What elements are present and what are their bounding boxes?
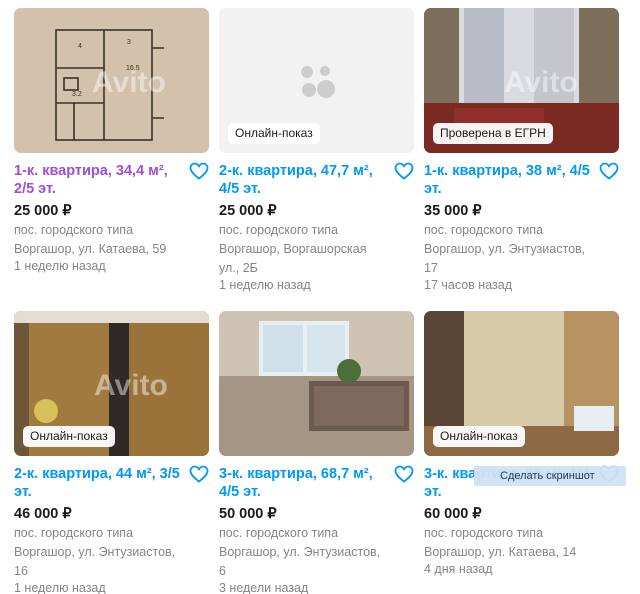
listing-card[interactable]: Avito Онлайн-показ 2-к. квартира, 44 м²,… bbox=[14, 311, 209, 594]
svg-text:3.2: 3.2 bbox=[72, 91, 82, 98]
listing-price: 50 000 ₽ bbox=[219, 506, 277, 522]
watermark: Avito bbox=[94, 369, 168, 402]
favorite-heart-icon[interactable] bbox=[189, 465, 209, 483]
listing-card[interactable]: 16.5 3.2 4 3 Avito 1-к. квартира, 34,4 м… bbox=[14, 8, 209, 311]
listing-card[interactable]: Онлайн-показ 2-к. квартира, 47,7 м², 4/5… bbox=[219, 8, 414, 311]
watermark: Avito bbox=[92, 66, 166, 99]
online-showing-badge: Онлайн-показ bbox=[228, 123, 320, 144]
listing-photo[interactable]: Онлайн-показ bbox=[424, 311, 619, 456]
svg-text:4: 4 bbox=[78, 43, 82, 50]
listing-price: 46 000 ₽ bbox=[14, 506, 72, 522]
listing-date: 1 неделю назад bbox=[14, 581, 106, 594]
listings-grid: 16.5 3.2 4 3 Avito 1-к. квартира, 34,4 м… bbox=[14, 8, 630, 594]
listing-price: 35 000 ₽ bbox=[424, 203, 482, 219]
listing-address-line: Воргашор, ул. Энтузиастов, bbox=[14, 545, 176, 559]
room-photo bbox=[219, 311, 414, 456]
listing-photo[interactable]: Онлайн-показ bbox=[219, 8, 414, 153]
favorite-heart-icon[interactable] bbox=[189, 162, 209, 180]
listing-date: 3 недели назад bbox=[219, 581, 309, 594]
listing-address-line: 16 bbox=[14, 564, 28, 578]
listing-title[interactable]: 1-к. квартира, 38 м², 4/5 эт. bbox=[424, 162, 593, 198]
listing-address-line: пос. городского типа bbox=[424, 223, 544, 237]
floor-plan-image: 16.5 3.2 4 3 Avito bbox=[14, 8, 209, 153]
svg-text:3: 3 bbox=[127, 39, 131, 46]
favorite-heart-icon[interactable] bbox=[394, 162, 414, 180]
online-showing-badge: Онлайн-показ bbox=[23, 426, 115, 447]
listing-title[interactable]: 3-к. квартира, 68,7 м², 4/5 эт. bbox=[219, 465, 388, 501]
favorite-heart-icon[interactable] bbox=[394, 465, 414, 483]
favorite-heart-icon[interactable] bbox=[599, 162, 619, 180]
listing-address-line: Воргашор, ул. Катаева, 59 bbox=[14, 242, 167, 256]
listing-address-line: пос. городского типа bbox=[219, 526, 339, 540]
listing-date: 1 неделю назад bbox=[219, 278, 311, 292]
listing-card[interactable]: 3-к. квартира, 68,7 м², 4/5 эт. 50 000 ₽… bbox=[219, 311, 414, 594]
listing-address-line: Воргашор, Воргашорская bbox=[219, 242, 367, 256]
listing-date: 4 дня назад bbox=[424, 562, 493, 576]
listing-photo[interactable]: Avito Проверена в ЕГРН bbox=[424, 8, 619, 153]
watermark: Avito bbox=[504, 66, 578, 99]
egrn-verified-badge: Проверена в ЕГРН bbox=[433, 123, 553, 144]
listing-card[interactable]: Avito Проверена в ЕГРН 1-к. квартира, 38… bbox=[424, 8, 619, 311]
listing-photo[interactable]: Avito Онлайн-показ bbox=[14, 311, 209, 456]
listing-price: 25 000 ₽ bbox=[219, 203, 277, 219]
listing-price: 25 000 ₽ bbox=[14, 203, 72, 219]
listing-title[interactable]: 2-к. квартира, 47,7 м², 4/5 эт. bbox=[219, 162, 388, 198]
listing-title[interactable]: 1-к. квартира, 34,4 м², 2/5 эт. bbox=[14, 162, 183, 198]
listing-title[interactable]: 2-к. квартира, 44 м², 3/5 эт. bbox=[14, 465, 183, 501]
listing-address-line: Воргашор, ул. Катаева, 14 bbox=[424, 545, 577, 559]
listing-address-line: пос. городского типа bbox=[14, 223, 134, 237]
listing-date: 17 часов назад bbox=[424, 278, 512, 292]
online-showing-badge: Онлайн-показ bbox=[433, 426, 525, 447]
listing-address-line: Воргашор, ул. Энтузиастов, bbox=[424, 242, 586, 256]
listing-address-line: 6 bbox=[219, 564, 226, 578]
listing-address-line: 17 bbox=[424, 261, 438, 275]
listing-address-line: пос. городского типа bbox=[14, 526, 134, 540]
listing-card[interactable]: Онлайн-показ 3-к. квартира, 65 м², 1/4 э… bbox=[424, 311, 619, 594]
listing-address-line: ул., 2Б bbox=[219, 261, 258, 275]
listing-price: 60 000 ₽ bbox=[424, 506, 482, 522]
screenshot-tooltip[interactable]: Сделать скриншот bbox=[474, 466, 626, 486]
listing-address-line: Воргашор, ул. Энтузиастов, bbox=[219, 545, 381, 559]
listing-photo[interactable]: 16.5 3.2 4 3 Avito bbox=[14, 8, 209, 153]
listing-photo[interactable] bbox=[219, 311, 414, 456]
listing-date: 1 неделю назад bbox=[14, 259, 106, 273]
listing-address-line: пос. городского типа bbox=[424, 526, 544, 540]
listing-address-line: пос. городского типа bbox=[219, 223, 339, 237]
